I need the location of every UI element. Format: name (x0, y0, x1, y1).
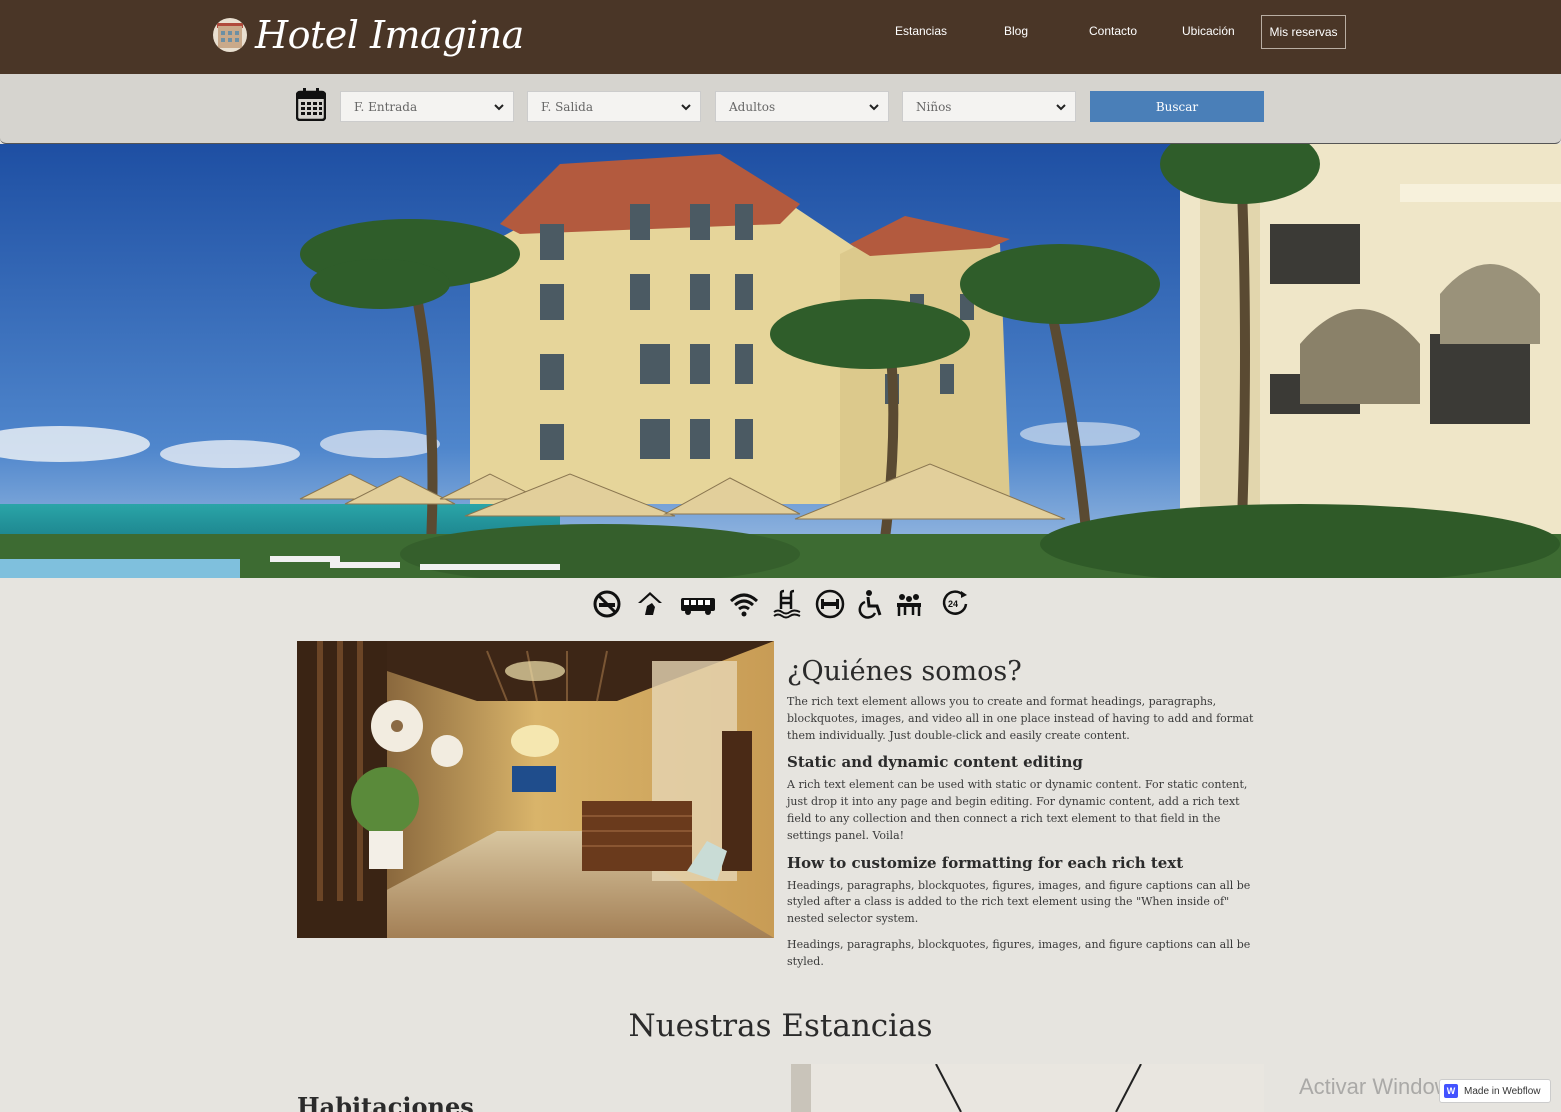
checkout-select-value: F. Salida (541, 99, 593, 114)
about-paragraph-1: The rich text element allows you to crea… (787, 695, 1254, 742)
stays-section-title: Nuestras Estancias (628, 1008, 933, 1044)
nav-link-estancias[interactable]: Estancias (895, 24, 947, 38)
rooms-heading: Habitaciones (297, 1092, 474, 1112)
accessible-icon (858, 590, 882, 619)
children-select[interactable]: Niños (902, 91, 1076, 122)
wifi-icon (729, 593, 759, 617)
checkout-select[interactable]: F. Salida (527, 91, 701, 122)
chevron-down-icon (681, 104, 691, 111)
24h-service-icon: 24 (942, 590, 968, 615)
brand-name: Hotel Imagina (255, 13, 524, 57)
top-navbar: Hotel Imagina Estancias Blog Contacto Ub… (0, 0, 1561, 74)
lobby-image (297, 641, 774, 938)
pets-icon (638, 592, 662, 615)
chevron-down-icon (869, 104, 879, 111)
activate-windows-watermark: Activar Windows (1299, 1074, 1462, 1099)
nav-link-blog[interactable]: Blog (1004, 24, 1028, 38)
hotel-logo-icon (213, 18, 247, 52)
about-paragraph-3: Headings, paragraphs, blockquotes, figur… (787, 878, 1251, 926)
checkin-select-value: F. Entrada (354, 99, 418, 114)
amenities-row: 24 (592, 589, 972, 621)
no-smoking-icon (593, 590, 621, 618)
room-image (791, 1064, 1264, 1112)
calendar-icon (296, 88, 326, 121)
webflow-badge-label: Made in Webflow (1464, 1085, 1541, 1097)
hero-image (0, 144, 1561, 578)
gym-icon (815, 589, 845, 619)
about-paragraph-4: Headings, paragraphs, blockquotes, figur… (787, 937, 1251, 968)
webflow-logo-icon: W (1444, 1084, 1458, 1098)
chevron-down-icon (1056, 104, 1066, 111)
about-subheading-2: How to customize formatting for each ric… (787, 853, 1184, 872)
meeting-icon (897, 594, 921, 616)
children-select-value: Niños (916, 99, 952, 114)
pool-icon (773, 589, 801, 619)
nav-link-contacto[interactable]: Contacto (1089, 24, 1137, 38)
booking-search-bar: F. Entrada F. Salida Adultos Niños Busca… (0, 74, 1561, 144)
chevron-down-icon (494, 104, 504, 111)
about-paragraph-2: A rich text element can be used with sta… (787, 778, 1248, 842)
checkin-select[interactable]: F. Entrada (340, 91, 514, 122)
about-subheading-1: Static and dynamic content editing (787, 753, 1083, 772)
adults-select[interactable]: Adultos (715, 91, 889, 122)
my-bookings-button[interactable]: Mis reservas (1261, 15, 1346, 49)
shuttle-bus-icon (681, 598, 715, 615)
nav-link-ubicacion[interactable]: Ubicación (1182, 24, 1235, 38)
about-section: ¿Quiénes somos? The rich text element al… (787, 655, 1265, 971)
made-in-webflow-badge[interactable]: W Made in Webflow (1439, 1079, 1551, 1103)
brand-logo[interactable]: Hotel Imagina (213, 12, 524, 58)
svg-text:24: 24 (948, 599, 958, 609)
about-title: ¿Quiénes somos? (787, 656, 1022, 687)
search-button[interactable]: Buscar (1090, 91, 1264, 122)
adults-select-value: Adultos (729, 99, 776, 114)
